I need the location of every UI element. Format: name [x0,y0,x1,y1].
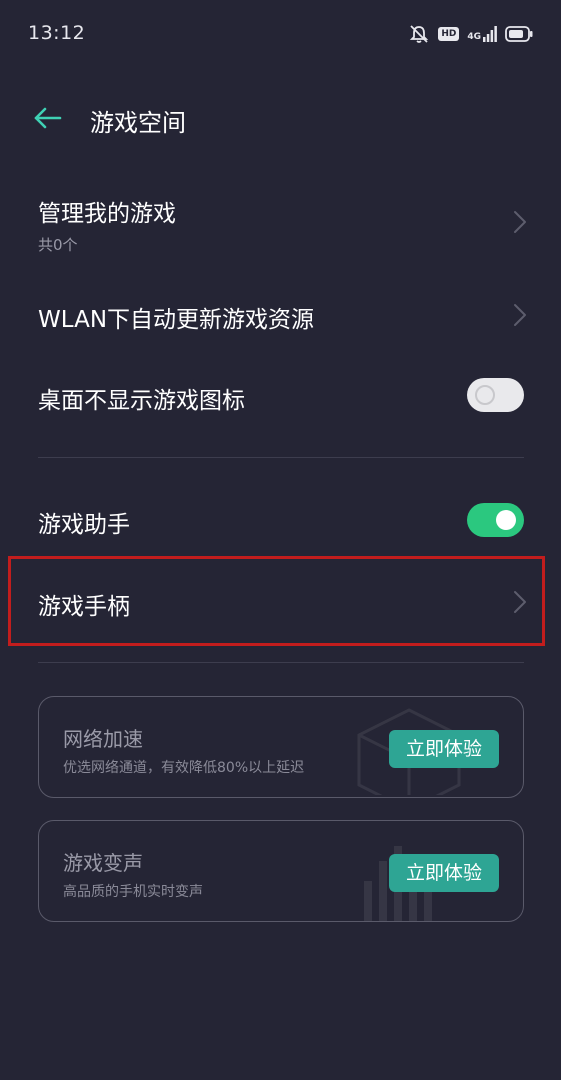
mute-bell-icon [410,25,429,43]
manage-games-title: 管理我的游戏 [38,201,176,227]
voice-changer-card: 游戏变声 高品质的手机实时变声 立即体验 [38,820,524,922]
card-title: 游戏变声 [63,851,143,875]
status-time: 13:12 [28,22,86,44]
signal-icon [483,26,497,42]
network-boost-card: 网络加速 优选网络通道，有效降低80%以上延迟 立即体验 [38,696,524,798]
hide-icon-toggle[interactable] [467,378,524,412]
back-button[interactable] [28,102,64,134]
status-bar: 13:12 HD 4G [0,0,561,70]
card-title: 网络加速 [63,727,143,751]
network-type: 4G [467,32,481,42]
game-assistant-title: 游戏助手 [38,512,130,538]
try-now-button[interactable]: 立即体验 [389,730,499,768]
card-description: 优选网络通道，有效降低80%以上延迟 [63,760,305,776]
chevron-right-icon [514,211,526,233]
wlan-update-title: WLAN下自动更新游戏资源 [38,307,315,333]
signal-group: 4G [467,26,497,42]
highlight-box [8,556,545,646]
header: 游戏空间 [0,92,561,144]
chevron-right-icon [514,304,526,326]
game-assistant-toggle[interactable] [467,503,524,537]
card-description: 高品质的手机实时变声 [63,884,203,900]
toggle-knob [475,385,495,405]
manage-games-row[interactable]: 管理我的游戏 共0个 [0,188,561,264]
manage-games-count: 共0个 [38,236,78,254]
divider [38,662,524,663]
back-arrow-icon [34,107,62,129]
battery-icon [505,26,533,42]
hide-icon-row: 桌面不显示游戏图标 [0,372,561,420]
game-assistant-row: 游戏助手 [0,496,561,544]
wlan-update-row[interactable]: WLAN下自动更新游戏资源 [0,292,561,340]
status-icons: HD 4G [408,24,533,44]
divider [38,457,524,458]
hd-badge: HD [438,27,460,41]
try-now-button[interactable]: 立即体验 [389,854,499,892]
toggle-knob [496,510,516,530]
hide-icon-title: 桌面不显示游戏图标 [38,388,245,414]
page-title: 游戏空间 [90,109,186,137]
